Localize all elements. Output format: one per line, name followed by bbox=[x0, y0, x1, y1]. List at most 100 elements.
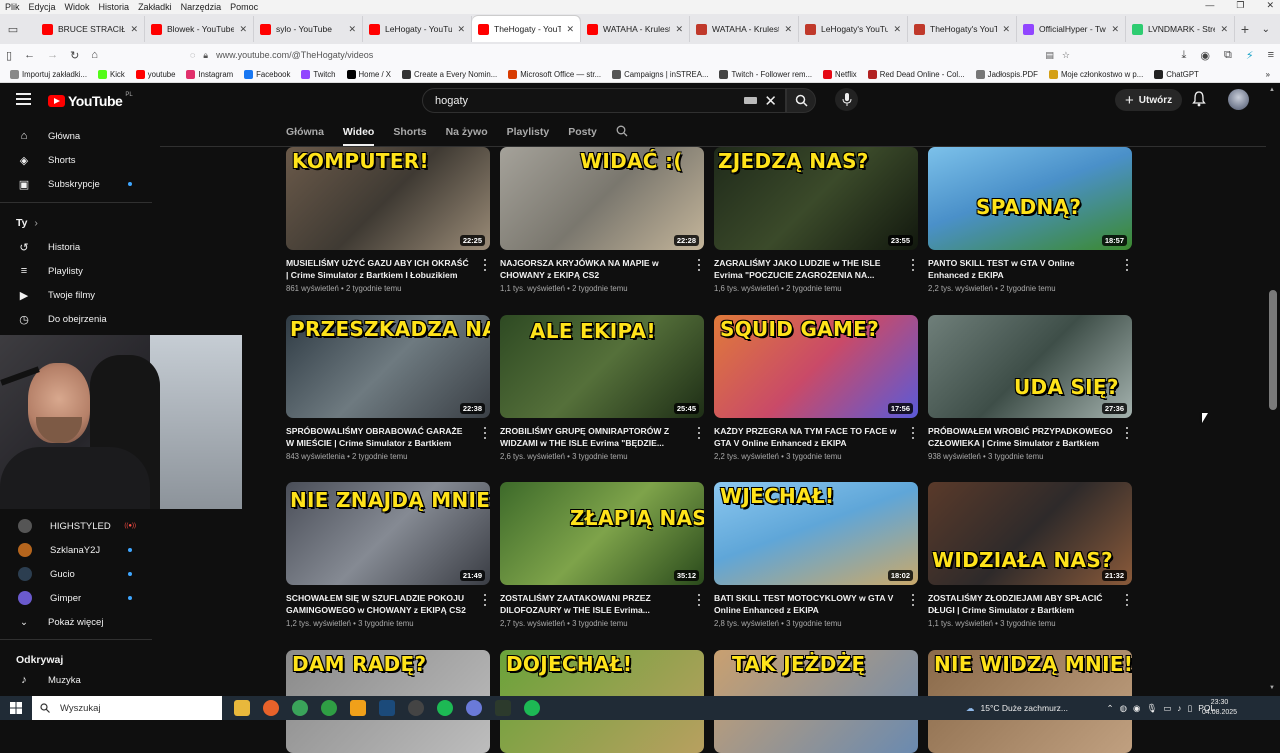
home-icon[interactable]: ⌂ bbox=[91, 49, 98, 61]
bookmark-star-icon[interactable]: ☆ bbox=[1062, 50, 1070, 61]
browser-tab[interactable]: TheHogaty - YouTube ✕ bbox=[472, 16, 581, 42]
bookmark-item[interactable]: Create a Every Nomin... bbox=[402, 69, 497, 79]
video-title[interactable]: SPRÓBOWALIŚMY OBRABOWAĆ GARAŻE W MIEŚCIE… bbox=[286, 425, 472, 449]
channel-tab[interactable]: Na żywo bbox=[446, 126, 488, 138]
video-card[interactable]: PRZESZKADZA NAM! 22:38 SPRÓBOWALIŚMY OBRAB… bbox=[286, 315, 490, 461]
show-more-button[interactable]: ⌄ Pokaż więcej bbox=[0, 610, 152, 634]
menu-item-3[interactable]: Historia bbox=[99, 2, 130, 12]
keyboard-icon[interactable] bbox=[744, 97, 757, 104]
browser-tab[interactable]: LVNDMARK - Strea ✕ bbox=[1126, 16, 1235, 42]
sidebar-item[interactable]: ▶ Twoje filmy bbox=[0, 283, 152, 307]
steam-icon[interactable] bbox=[379, 700, 395, 716]
close-tab-icon[interactable]: ✕ bbox=[457, 24, 465, 35]
new-tab-button[interactable]: + bbox=[1235, 21, 1255, 37]
notifications-bell-icon[interactable] bbox=[1192, 91, 1206, 107]
channel-tab[interactable]: Shorts bbox=[393, 126, 426, 138]
video-thumbnail[interactable]: SPADNĄ? 18:57 bbox=[928, 147, 1132, 250]
taskbar-search[interactable]: Wyszukaj bbox=[32, 696, 222, 720]
video-title[interactable]: KAŻDY PRZEGRA NA TYM FACE TO FACE w GTA … bbox=[714, 425, 900, 449]
video-title[interactable]: ZROBILIŚMY GRUPĘ OMNIRAPTORÓW Z WIDZAMI … bbox=[500, 425, 686, 449]
bookmark-item[interactable]: ChatGPT bbox=[1154, 69, 1199, 79]
extension-icon[interactable]: ⚡ bbox=[1246, 49, 1254, 62]
weather-text[interactable]: 15°C Duże zachmurz... bbox=[981, 703, 1073, 713]
video-thumbnail[interactable]: ZŁAPIĄ NAS? 35:12 bbox=[500, 482, 704, 585]
close-tab-icon[interactable]: ✕ bbox=[1111, 24, 1119, 35]
bookmark-item[interactable]: Facebook bbox=[244, 69, 290, 79]
close-tab-icon[interactable]: ✕ bbox=[1002, 24, 1010, 35]
video-thumbnail[interactable]: SQUID GAME? 17:56 bbox=[714, 315, 918, 418]
more-actions-icon[interactable] bbox=[909, 259, 917, 271]
video-title[interactable]: ZAGRALIŚMY JAKO LUDZIE w THE ISLE Evrima… bbox=[714, 257, 900, 281]
sidebar-channel-item[interactable]: HIGHSTYLED ((●)) bbox=[0, 514, 152, 538]
downloads-icon[interactable]: ⤓ bbox=[1182, 49, 1187, 62]
close-tab-icon[interactable]: ✕ bbox=[675, 24, 683, 35]
video-title[interactable]: ZOSTALIŚMY ZAATAKOWANI PRZEZ DILOFOZAURY… bbox=[500, 592, 686, 616]
close-tab-icon[interactable]: ✕ bbox=[1220, 24, 1228, 35]
guide-menu-icon[interactable] bbox=[16, 93, 31, 105]
video-card[interactable]: WIDAĆ :(22:28 NAJGORSZA KRYJÓWKA NA MAPIE… bbox=[500, 147, 704, 293]
firefox-icon[interactable] bbox=[263, 700, 279, 716]
file-explorer-icon[interactable] bbox=[234, 700, 250, 716]
video-title[interactable]: SCHOWAŁEM SIĘ W SZUFLADZIE POKOJU GAMING… bbox=[286, 592, 472, 616]
bookmark-item[interactable]: Moje członkostwo w p... bbox=[1048, 69, 1143, 79]
chrome-icon[interactable] bbox=[292, 700, 308, 716]
browser-tab[interactable]: LeHogaty - YouTube ✕ bbox=[363, 16, 472, 42]
more-actions-icon[interactable] bbox=[695, 259, 703, 271]
extensions-icon[interactable]: ⧉ bbox=[1224, 49, 1232, 62]
video-thumbnail[interactable]: WIDZIAŁA NAS? 21:32 bbox=[928, 482, 1132, 585]
menu-item-2[interactable]: Widok bbox=[65, 2, 90, 12]
microphone-tray-icon[interactable]: 🎙︎ bbox=[1146, 703, 1157, 714]
sidebar-you-heading[interactable]: Ty › bbox=[16, 217, 38, 229]
more-actions-icon[interactable] bbox=[481, 594, 489, 606]
sidebar-item[interactable]: ◷ Do obejrzenia bbox=[0, 307, 152, 331]
taskbar-search-placeholder[interactable]: Wyszukaj bbox=[60, 703, 101, 714]
video-thumbnail[interactable]: UDA SIĘ? 27:36 bbox=[928, 315, 1132, 418]
close-tab-icon[interactable]: ✕ bbox=[566, 24, 574, 35]
bookmarks-overflow-icon[interactable]: » bbox=[1266, 70, 1280, 79]
browser-tab[interactable]: TheHogaty's YouTub ✕ bbox=[908, 16, 1017, 42]
reader-icon[interactable]: ▤ bbox=[1045, 50, 1054, 61]
bookmark-item[interactable]: Twitch bbox=[301, 69, 336, 79]
menu-icon[interactable]: ≡ bbox=[1268, 49, 1274, 62]
browser-tab[interactable]: BRUCE STRACIŁ KAS ✕ bbox=[36, 16, 145, 42]
bookmark-item[interactable]: Campaigns | inSTREA... bbox=[612, 69, 708, 79]
url-text[interactable]: www.youtube.com/@TheHogaty/videos bbox=[216, 50, 373, 60]
video-thumbnail[interactable]: NIE ZNAJDĄ MNIE! 21:49 bbox=[286, 482, 490, 585]
scroll-up-icon[interactable]: ▲ bbox=[1269, 87, 1275, 93]
tray-app-icon-2[interactable]: ◉ bbox=[1133, 703, 1140, 714]
start-button[interactable] bbox=[0, 696, 32, 720]
video-card[interactable]: KOMPUTER! 22:25 MUSIELIŚMY UŻYĆ GAZU ABY I… bbox=[286, 147, 490, 293]
tray-overflow-icon[interactable]: ⌃ bbox=[1107, 703, 1114, 714]
url-bar[interactable]: ◌ 🔒︎ www.youtube.com/@TheHogaty/videos ▤… bbox=[190, 46, 1070, 64]
clear-search-icon[interactable]: ✕ bbox=[764, 92, 777, 110]
channel-tab[interactable]: Posty bbox=[568, 126, 597, 138]
browser-tab[interactable]: OfficialHyper - Twit ✕ bbox=[1017, 16, 1126, 42]
search-value[interactable]: hogaty bbox=[435, 95, 468, 107]
video-card[interactable]: UDA SIĘ? 27:36 PRÓBOWAŁEM WROBIĆ PRZYPADKO… bbox=[928, 315, 1132, 461]
video-title[interactable]: PRÓBOWAŁEM WROBIĆ PRZYPADKOWEGO CZŁOWIEK… bbox=[928, 425, 1114, 449]
channel-tab[interactable]: Playlisty bbox=[507, 126, 550, 138]
video-title[interactable]: PANTO SKILL TEST w GTA V Online Enhanced… bbox=[928, 257, 1114, 281]
sidebar-channel-item[interactable]: Gucio bbox=[0, 562, 152, 586]
sidebar-item[interactable]: ◈ Shorts bbox=[0, 148, 152, 172]
bookmark-item[interactable]: Twitch - Follower rem... bbox=[719, 69, 812, 79]
shield-icon[interactable]: ◌ bbox=[190, 50, 195, 60]
xbox-icon[interactable] bbox=[321, 700, 337, 716]
close-tab-icon[interactable]: ✕ bbox=[784, 24, 792, 35]
video-title[interactable]: NAJGORSZA KRYJÓWKA NA MAPIE w CHOWANY z … bbox=[500, 257, 686, 281]
video-card[interactable]: NIE ZNAJDĄ MNIE! 21:49 SCHOWAŁEM SIĘ W SZU… bbox=[286, 482, 490, 628]
video-thumbnail[interactable]: KOMPUTER! 22:25 bbox=[286, 147, 490, 250]
video-thumbnail[interactable]: ALE EKIPA! 25:45 bbox=[500, 315, 704, 418]
more-actions-icon[interactable] bbox=[695, 427, 703, 439]
more-actions-icon[interactable] bbox=[1123, 594, 1131, 606]
page-scrollbar[interactable]: ▲ ▼ bbox=[1266, 83, 1280, 696]
bookmark-item[interactable]: Microsoft Office — str... bbox=[508, 69, 601, 79]
more-actions-icon[interactable] bbox=[481, 259, 489, 271]
restore-icon[interactable]: ❐ bbox=[1236, 0, 1244, 11]
more-actions-icon[interactable] bbox=[481, 427, 489, 439]
sidebar-channel-item[interactable]: Gimper bbox=[0, 586, 152, 610]
account-icon[interactable]: ◉ bbox=[1200, 49, 1210, 62]
back-icon[interactable]: ← bbox=[24, 49, 35, 61]
scrollbar-thumb[interactable] bbox=[1269, 290, 1277, 410]
browser-tab[interactable]: sylo - YouTube ✕ bbox=[254, 16, 363, 42]
